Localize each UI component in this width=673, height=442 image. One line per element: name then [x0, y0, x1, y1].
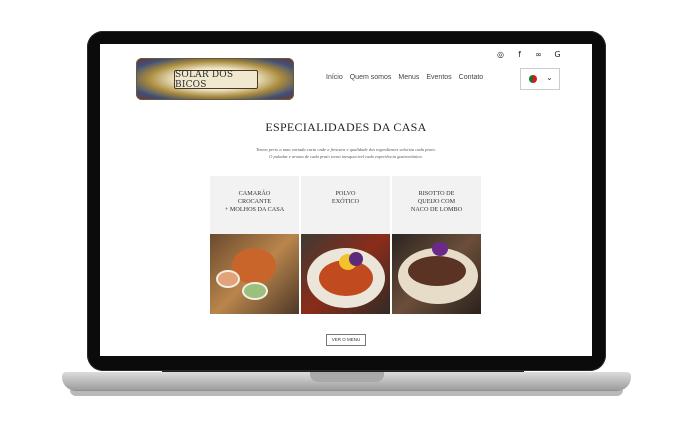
tripadvisor-icon[interactable]: ∞: [534, 50, 543, 59]
nav-item-contato[interactable]: Contato: [459, 74, 484, 81]
section-title: ESPECIALIDADES DA CASA: [265, 120, 427, 134]
nav-item-menus[interactable]: Menus: [398, 74, 419, 81]
intro-line-2: O paladar e aroma de cada prato torna in…: [269, 154, 423, 159]
google-icon[interactable]: G: [553, 50, 562, 59]
logo[interactable]: SOLAR DOS BICOS: [136, 58, 294, 100]
intro-line-1: Tenem perto a uma variada carta onde a f…: [256, 147, 436, 152]
social-icons: ◎ f ∞ G: [496, 50, 562, 59]
nav-item-inicio[interactable]: Início: [326, 74, 343, 81]
view-menu-button[interactable]: VER O MENU: [326, 334, 366, 346]
chevron-down-icon: ⌄: [546, 73, 553, 82]
main-nav: Início Quem somos Menus Eventos Contato: [326, 74, 483, 81]
dish-photo-risotto: [392, 234, 481, 314]
dish-card[interactable]: RISOTTO DE QUEIJO COM NACO DE LOMBO: [392, 176, 481, 314]
laptop-notch: [310, 372, 384, 382]
instagram-icon[interactable]: ◎: [496, 50, 505, 59]
specialties-cards: CAMARÃO CROCANTE + MOLHOS DA CASA POLVO …: [210, 176, 481, 314]
section-intro: Tenem perto a uma variada carta onde a f…: [220, 146, 472, 160]
language-selector[interactable]: ⌄: [520, 68, 560, 90]
dish-card-header: POLVO EXÓTICO: [301, 176, 390, 234]
dish-card[interactable]: POLVO EXÓTICO: [301, 176, 390, 314]
dish-name: RISOTTO DE QUEIJO COM NACO DE LOMBO: [410, 190, 463, 213]
portugal-flag-icon: [529, 75, 537, 83]
website-screen: ◎ f ∞ G SOLAR DOS BICOS Início Quem somo…: [100, 44, 592, 356]
dish-photo-shrimp: [210, 234, 299, 314]
laptop-mockup: ◎ f ∞ G SOLAR DOS BICOS Início Quem somo…: [0, 0, 673, 442]
dish-card[interactable]: CAMARÃO CROCANTE + MOLHOS DA CASA: [210, 176, 299, 314]
logo-plate: SOLAR DOS BICOS: [174, 69, 258, 90]
dish-photo-octopus: [301, 234, 390, 314]
nav-item-quem-somos[interactable]: Quem somos: [350, 74, 392, 81]
dish-card-header: RISOTTO DE QUEIJO COM NACO DE LOMBO: [392, 176, 481, 234]
dish-name: CAMARÃO CROCANTE + MOLHOS DA CASA: [224, 190, 285, 213]
view-menu-label: VER O MENU: [331, 337, 361, 342]
laptop-base-shadow: [70, 390, 623, 396]
facebook-icon[interactable]: f: [515, 50, 524, 59]
dish-name: POLVO EXÓTICO: [331, 190, 360, 205]
nav-item-eventos[interactable]: Eventos: [426, 74, 451, 81]
dish-card-header: CAMARÃO CROCANTE + MOLHOS DA CASA: [210, 176, 299, 234]
logo-text: SOLAR DOS BICOS: [175, 69, 234, 90]
